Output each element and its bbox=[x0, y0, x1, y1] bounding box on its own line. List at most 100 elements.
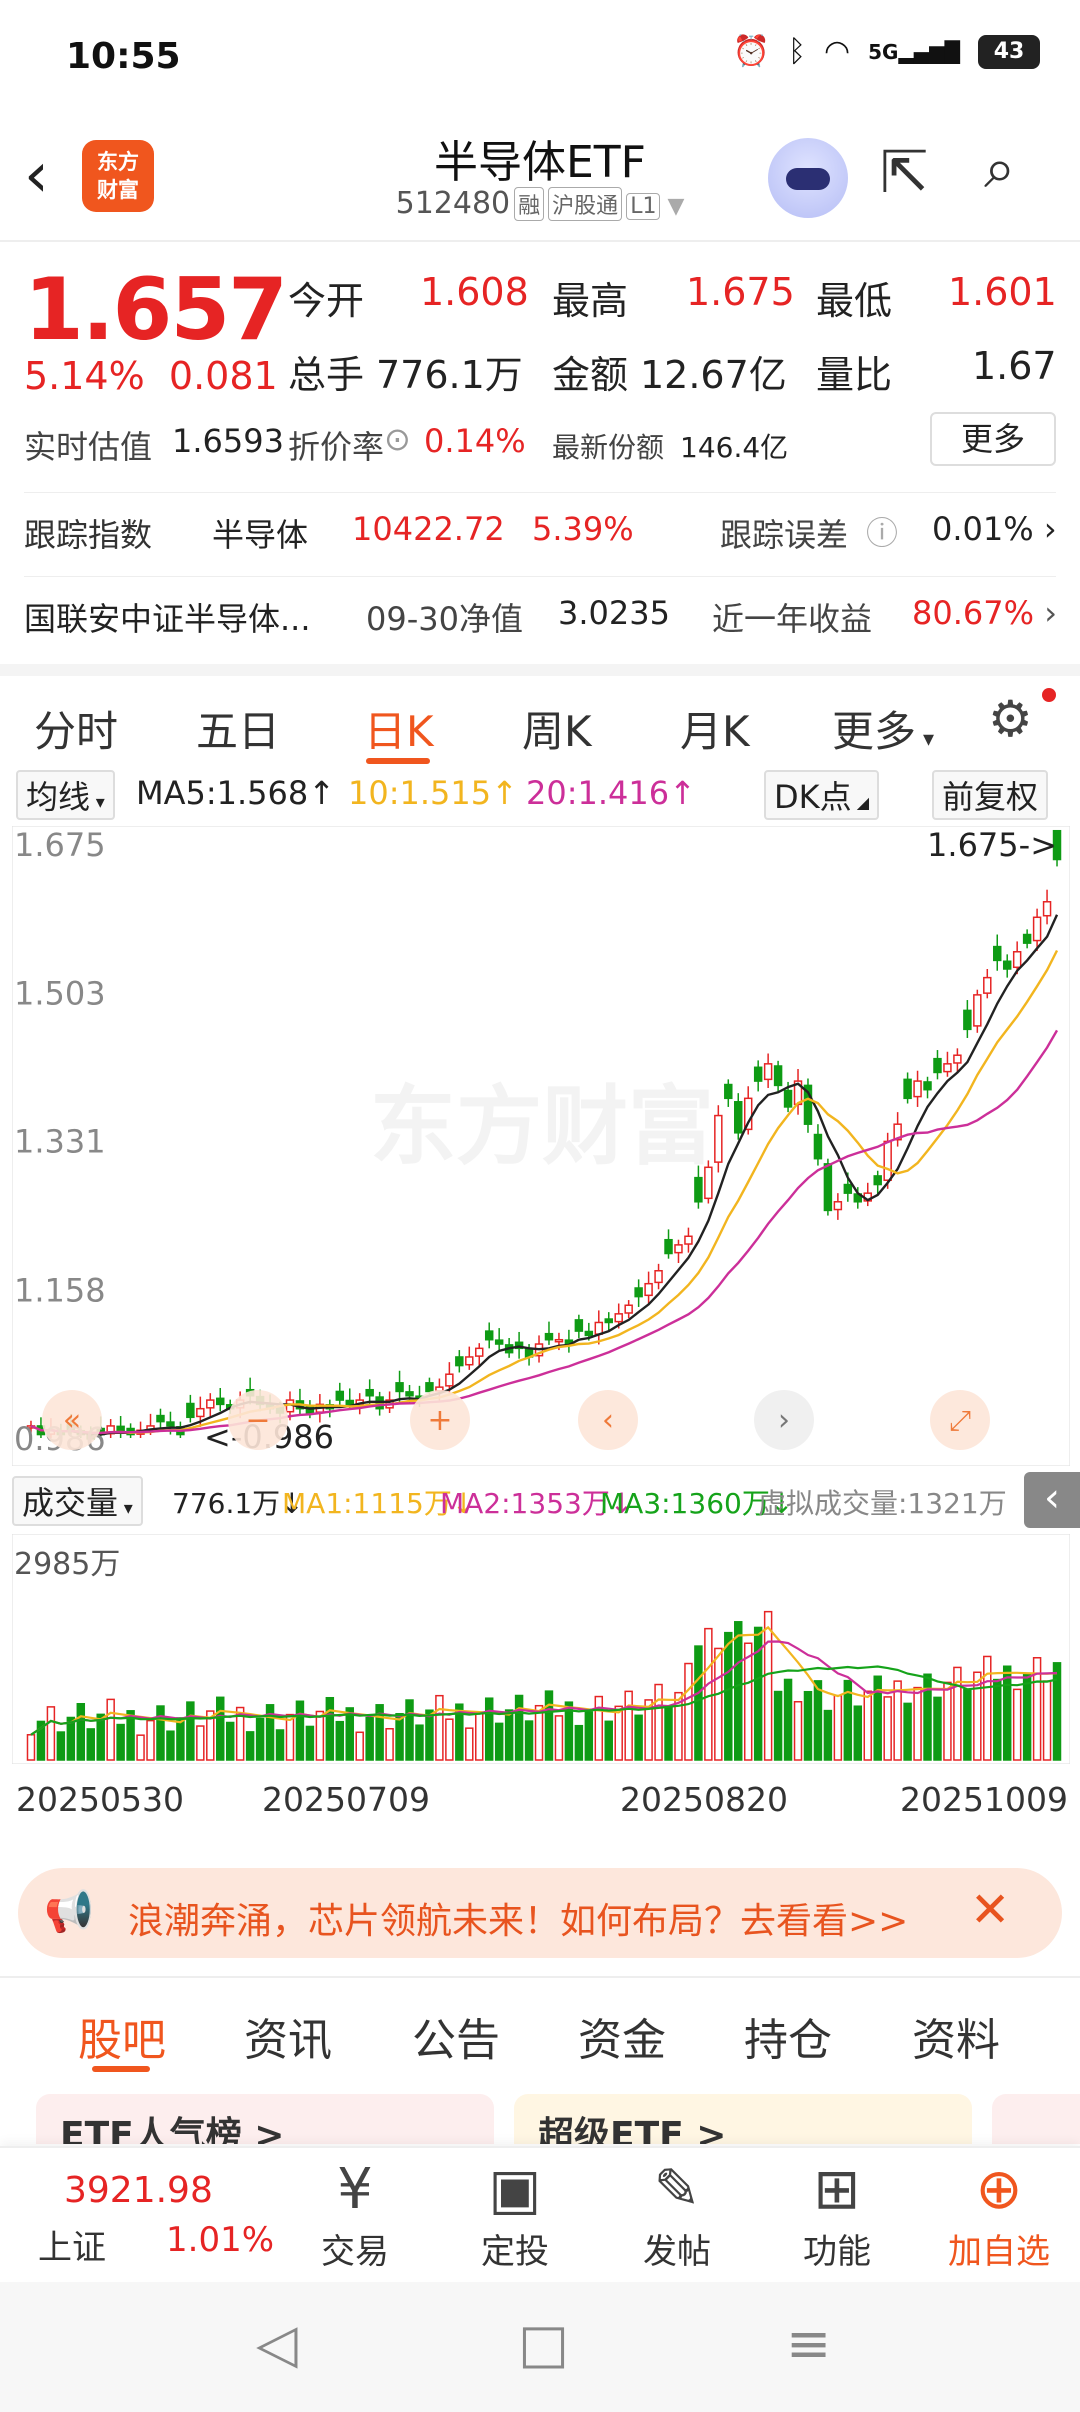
close-icon[interactable]: ✕ bbox=[970, 1882, 1010, 1938]
super-etf-card[interactable]: 超级ETF > bbox=[514, 2094, 972, 2144]
fund-name[interactable]: 国联安中证半导体... bbox=[24, 594, 311, 640]
status-time: 10:55 bbox=[66, 36, 181, 77]
nav-recents-icon[interactable]: ≡ bbox=[786, 2312, 831, 2375]
collapse-panel-button[interactable]: ‹ bbox=[1024, 1472, 1080, 1528]
date-axis: 20250530 20250709 20250820 20251009 bbox=[12, 1766, 1070, 1842]
etf-popularity-card[interactable]: ETF人气榜 > bbox=[36, 2094, 494, 2144]
adjust-button[interactable]: 前复权 bbox=[932, 770, 1049, 820]
yearly-return-value[interactable]: 80.67% › bbox=[912, 594, 1057, 632]
candle-body bbox=[773, 1065, 783, 1087]
candle-body bbox=[484, 1330, 494, 1341]
candle-body bbox=[216, 1397, 225, 1406]
more-card[interactable] bbox=[992, 2094, 1080, 2144]
candle-body bbox=[574, 1319, 584, 1332]
bottom-toolbar: 3921.98 上证 1.01% ¥ 交易 ▣ 定投 ✎ 发帖 ⊞ 功能 ⊕ 加自选 bbox=[0, 2146, 1080, 2282]
tab-funds[interactable]: 资金 bbox=[578, 2004, 666, 2068]
invest-button[interactable]: ▣ 定投 bbox=[450, 2156, 580, 2273]
tab-holdings[interactable]: 持仓 bbox=[744, 2004, 832, 2068]
status-bar: 10:55 ⏰ ᛒ ◠ 5G▂▄▆█ 43 bbox=[0, 0, 1080, 120]
banner-text: 浪潮奔涌，芯片领航未来！如何布局？去看看>> bbox=[128, 1901, 909, 1942]
assistant-robot-icon[interactable] bbox=[768, 138, 848, 218]
candle-body bbox=[823, 1163, 833, 1212]
dropdown-icon: ▼ bbox=[660, 194, 685, 219]
tab-intraday[interactable]: 分时 bbox=[34, 698, 118, 759]
volume-chart[interactable]: 2985万 bbox=[12, 1534, 1070, 1764]
volume-bar bbox=[315, 1710, 325, 1761]
post-button[interactable]: ✎ 发帖 bbox=[612, 2156, 742, 2273]
tab-forum[interactable]: 股吧 bbox=[78, 2004, 166, 2068]
nav-home-icon[interactable]: □ bbox=[518, 2312, 569, 2375]
virtual-volume: 虚拟成交量:1321万 bbox=[758, 1487, 1007, 1520]
candle-body bbox=[1022, 933, 1032, 944]
volume-value: 776.1万 bbox=[376, 353, 523, 397]
y-tick-label: 1.331 bbox=[14, 1123, 106, 1161]
candle-body bbox=[335, 1390, 345, 1401]
tracking-index[interactable]: 半导体 bbox=[212, 510, 308, 556]
volume-bar bbox=[743, 1642, 753, 1761]
help-icon[interactable]: ⓘ bbox=[866, 508, 898, 554]
edit-icon: ✎ bbox=[653, 2157, 701, 2222]
tab-profile[interactable]: 资料 bbox=[912, 2004, 1000, 2068]
nav-label: 09-30净值 bbox=[366, 600, 523, 638]
trade-button[interactable]: ¥ 交易 bbox=[290, 2156, 420, 2273]
volume-bar bbox=[714, 1647, 723, 1761]
stock-code[interactable]: 512480 融沪股通 L1 ▼ bbox=[330, 186, 750, 221]
volume-bar bbox=[903, 1702, 912, 1761]
y-tick-label: 1.158 bbox=[14, 1272, 106, 1310]
open-value: 1.608 bbox=[420, 270, 529, 314]
tab-five-day[interactable]: 五日 bbox=[196, 698, 280, 759]
tab-announcements[interactable]: 公告 bbox=[412, 2004, 500, 2068]
share-icon[interactable]: ⇱ bbox=[880, 138, 950, 210]
dk-point-button[interactable]: DK点 ◢ bbox=[764, 770, 880, 820]
info-dots-icon[interactable]: ⊙ bbox=[384, 420, 411, 458]
candle-body bbox=[405, 1391, 414, 1397]
volume-bar bbox=[873, 1675, 882, 1761]
y-tick-label: 1.675 bbox=[14, 826, 106, 864]
volume-bar bbox=[793, 1700, 803, 1761]
promo-banner[interactable]: 📢 浪潮奔涌，芯片领航未来！如何布局？去看看>> ✕ bbox=[18, 1868, 1062, 1958]
volume-bar bbox=[524, 1720, 534, 1761]
volume-bar bbox=[1002, 1665, 1012, 1761]
candle-body bbox=[664, 1238, 673, 1255]
candle-body bbox=[763, 1063, 773, 1081]
volume-bar bbox=[484, 1697, 494, 1761]
tab-daily-k[interactable]: 日K bbox=[364, 698, 434, 759]
volume-bar bbox=[295, 1700, 305, 1761]
volume-bar bbox=[116, 1723, 125, 1761]
nav-back-icon[interactable]: ◁ bbox=[256, 2312, 298, 2375]
tracking-error-label: 跟踪误差 bbox=[720, 516, 849, 554]
candlestick-chart[interactable]: 东方财富 1.6751.5031.3311.1580.986 1.675-> <… bbox=[12, 826, 1070, 1466]
volume-bar bbox=[853, 1705, 863, 1761]
tab-monthly-k[interactable]: 月K bbox=[680, 698, 750, 759]
candle-body bbox=[644, 1282, 653, 1297]
sh-index-value[interactable]: 3921.98 bbox=[64, 2170, 213, 2211]
functions-button[interactable]: ⊞ 功能 bbox=[772, 2156, 902, 2273]
add-watchlist-button[interactable]: ⊕ 加自选 bbox=[934, 2156, 1064, 2273]
volume-bar bbox=[365, 1716, 374, 1761]
tab-weekly-k[interactable]: 周K bbox=[522, 698, 592, 759]
indicator-selector[interactable]: 成交量 ▾ bbox=[12, 1476, 143, 1526]
tab-more[interactable]: 更多 ▾ bbox=[832, 698, 934, 759]
date-tick: 20250530 bbox=[16, 1780, 184, 1819]
tab-news[interactable]: 资讯 bbox=[244, 2004, 332, 2068]
volume-bar bbox=[275, 1729, 285, 1761]
volume-bar bbox=[734, 1621, 743, 1761]
volume-bar bbox=[255, 1717, 265, 1761]
back-arrow-icon[interactable]: ‹ bbox=[24, 140, 84, 210]
search-icon[interactable]: ⌕ bbox=[984, 136, 1056, 208]
candle-body bbox=[843, 1183, 853, 1194]
shares-label: 最新份额 bbox=[552, 431, 665, 464]
candle-body bbox=[1002, 960, 1012, 970]
candle-body bbox=[933, 1057, 942, 1074]
gear-icon[interactable]: ⚙ bbox=[988, 690, 1033, 748]
candle-body bbox=[903, 1078, 912, 1100]
more-button[interactable]: 更多 bbox=[930, 412, 1056, 466]
volume-bar bbox=[176, 1717, 185, 1761]
ma-selector[interactable]: 均线 ▾ bbox=[16, 770, 115, 820]
candle-body bbox=[634, 1287, 643, 1298]
tracking-error-value[interactable]: 0.01% › bbox=[932, 510, 1057, 548]
candle-body bbox=[1042, 901, 1052, 917]
candle-body bbox=[604, 1318, 613, 1324]
volume-bar bbox=[186, 1701, 195, 1761]
system-nav-bar: ◁ □ ≡ bbox=[0, 2282, 1080, 2412]
